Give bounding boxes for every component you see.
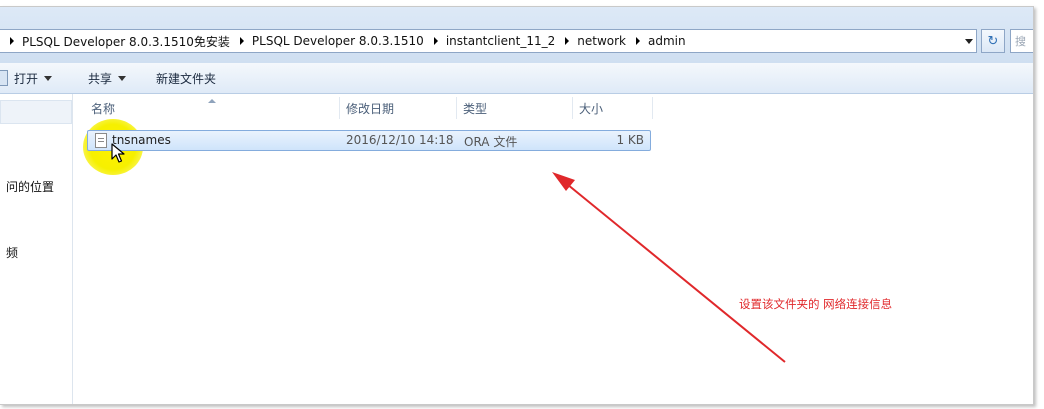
annotation-text: 设置该文件夹的 网络连接信息: [739, 297, 893, 311]
annotation-arrow: [552, 172, 786, 363]
explorer-window: PLSQL Developer 8.0.3.1510免安装 PLSQL Deve…: [0, 6, 1034, 405]
